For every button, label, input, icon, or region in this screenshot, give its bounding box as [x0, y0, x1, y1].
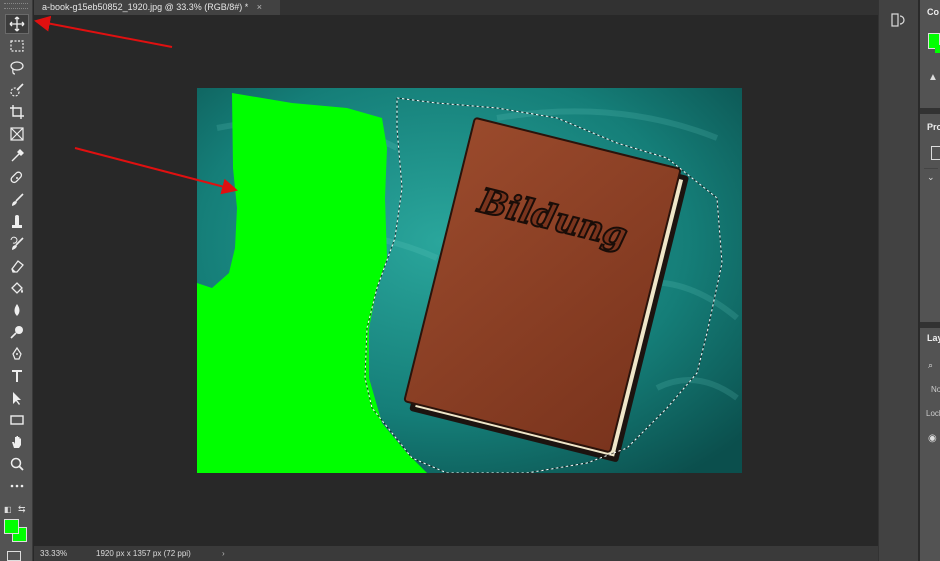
clone-stamp-tool[interactable]: [5, 212, 29, 232]
crop-icon: [10, 105, 24, 119]
more-icon: [10, 484, 24, 488]
color-panel-bg-swatch[interactable]: [935, 45, 940, 53]
history-panel-icon[interactable]: [886, 8, 910, 32]
foreground-color-swatch[interactable]: [4, 519, 19, 534]
quick-selection-icon: [10, 83, 24, 97]
document-canvas[interactable]: Bildung: [197, 88, 742, 473]
type-icon: [12, 370, 22, 382]
color-panel-title[interactable]: Co: [927, 7, 939, 17]
warning-icon: ▲: [928, 72, 938, 83]
panel-dock: [878, 0, 919, 561]
brush-tool[interactable]: [5, 190, 29, 210]
paint-bucket-icon: [11, 282, 23, 294]
document-tab-title: a-book-g15eb50852_1920.jpg @ 33.3% (RGB/…: [42, 2, 249, 12]
drop-icon: [14, 304, 20, 316]
history-brush-icon: [10, 236, 24, 250]
dodge-icon: [10, 326, 23, 339]
status-bar: 33.33% 1920 px x 1357 px (72 ppi) ›: [34, 546, 918, 561]
paint-bucket-tool[interactable]: [5, 278, 29, 298]
hand-tool[interactable]: [5, 432, 29, 452]
move-icon: [9, 16, 25, 32]
frame-icon: [10, 127, 24, 141]
path-selection-tool[interactable]: [5, 388, 29, 408]
blend-mode-select[interactable]: No: [931, 385, 940, 394]
canvas-artwork: Bildung: [197, 88, 742, 473]
default-colors-icon[interactable]: ◧: [4, 505, 12, 514]
magnifier-icon: [10, 457, 24, 471]
document-size: 1920 px x 1357 px (72 ppi): [96, 549, 191, 558]
crop-tool[interactable]: [5, 102, 29, 122]
zoom-tool[interactable]: [5, 454, 29, 474]
lasso-tool[interactable]: [5, 58, 29, 78]
eraser-tool[interactable]: [5, 256, 29, 276]
healing-brush-tool[interactable]: [5, 168, 29, 188]
eyedropper-icon: [11, 149, 24, 162]
brush-icon: [12, 193, 24, 206]
dodge-tool[interactable]: [5, 322, 29, 342]
frame-tool[interactable]: [5, 124, 29, 144]
panel-divider: [924, 168, 938, 169]
lock-label: Lock: [926, 409, 940, 418]
pixel-layer-icon: [931, 146, 940, 160]
bandage-icon: [10, 171, 23, 184]
hand-icon: [12, 436, 21, 448]
rectangle-tool[interactable]: [5, 410, 29, 430]
search-icon[interactable]: ⌕: [928, 360, 933, 371]
lasso-icon: [10, 61, 24, 75]
quick-mask-icon[interactable]: [7, 551, 21, 561]
close-tab-icon[interactable]: ×: [257, 2, 262, 12]
toolbar-grip[interactable]: [4, 3, 28, 9]
marquee-tool[interactable]: [5, 36, 29, 56]
status-menu-icon[interactable]: ›: [222, 546, 225, 561]
eye-visibility-icon[interactable]: ◉: [928, 433, 937, 444]
edit-toolbar[interactable]: [5, 476, 29, 496]
rectangle-icon: [10, 415, 24, 425]
document-tab[interactable]: a-book-g15eb50852_1920.jpg @ 33.3% (RGB/…: [34, 0, 280, 15]
arrow-cursor-icon: [13, 392, 21, 405]
collapse-chevron-icon[interactable]: ⌄: [927, 172, 935, 183]
swap-colors-icon[interactable]: ⇆: [18, 504, 26, 515]
move-tool[interactable]: [5, 14, 29, 34]
blur-tool[interactable]: [5, 300, 29, 320]
stamp-icon: [12, 215, 22, 228]
pen-tool[interactable]: [5, 344, 29, 364]
quick-selection-tool[interactable]: [5, 80, 29, 100]
properties-panel-title[interactable]: Pro: [927, 122, 940, 132]
history-brush-tool[interactable]: [5, 234, 29, 254]
type-tool[interactable]: [5, 366, 29, 386]
eyedropper-tool[interactable]: [5, 146, 29, 166]
eraser-icon: [11, 260, 24, 273]
right-panels: Co Pro ⌄ Lay ⌕ No Lock ◉: [918, 0, 940, 561]
layers-panel-title[interactable]: Lay: [927, 333, 940, 343]
pen-icon: [12, 346, 22, 360]
rect-marquee-icon: [10, 40, 24, 52]
zoom-level[interactable]: 33.33%: [40, 546, 67, 561]
